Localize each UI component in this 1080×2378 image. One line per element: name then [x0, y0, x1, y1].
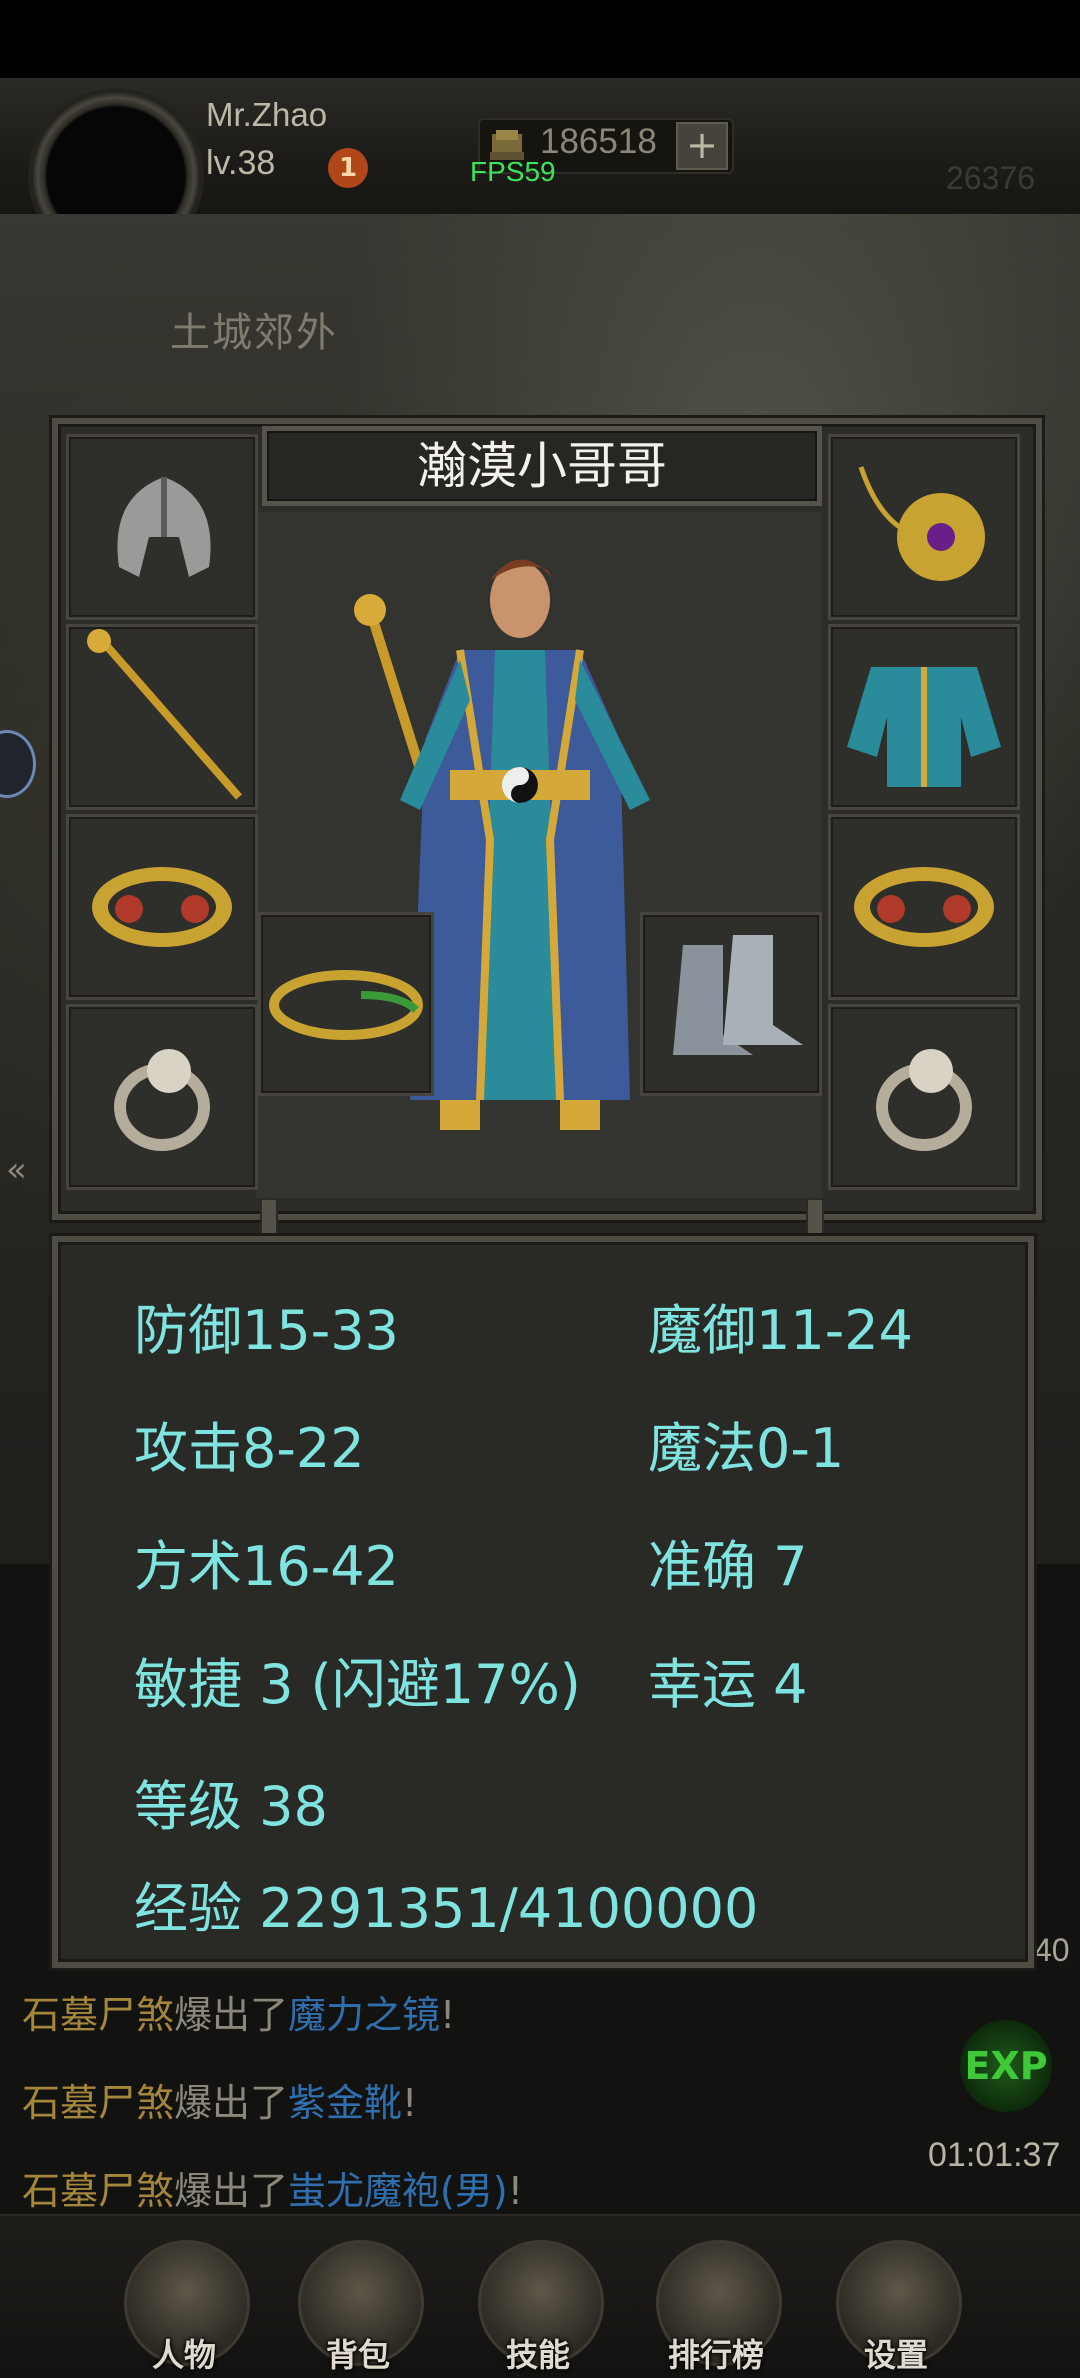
chat-end: !: [507, 2169, 523, 2213]
chat-verb: 爆出了: [174, 2169, 289, 2213]
chat-timer: 01:01:37: [928, 2136, 1061, 2174]
notification-badge[interactable]: 1: [328, 148, 368, 188]
collapse-arrow-icon[interactable]: «: [6, 1150, 27, 1190]
chat-item: 蚩尤魔袍(男): [288, 2169, 508, 2213]
stat-magic-defense: 魔御11-24: [648, 1299, 913, 1362]
stat-magic: 魔法0-1: [648, 1417, 845, 1480]
boots-slot[interactable]: [640, 912, 822, 1096]
helmet-icon: [117, 477, 211, 577]
chat-line: 石墓尸煞爆出了魔力之镜!: [22, 1984, 455, 2039]
chat-line: 石墓尸煞爆出了蚩尤魔袍(男)!: [22, 2160, 523, 2215]
left-bracelet-slot[interactable]: [66, 814, 258, 1000]
stat-attack: 攻击8-22: [134, 1417, 365, 1480]
staff-icon: [87, 629, 243, 800]
stat-defense: 防御15-33: [134, 1299, 399, 1362]
robe-icon: [847, 667, 1001, 787]
chat-mob: 石墓尸煞: [22, 2169, 175, 2213]
nav-bag-label: 背包: [325, 2336, 390, 2374]
gold-amount: 186518: [540, 122, 657, 161]
character-name: 瀚漠小哥哥: [417, 437, 667, 495]
belt-slot[interactable]: [258, 912, 434, 1096]
necklace-icon: [858, 466, 985, 581]
chat-item: 魔力之镜: [288, 1993, 441, 2037]
chat-mob: 石墓尸煞: [22, 1993, 175, 2037]
map-name: 土城郊外: [170, 310, 338, 356]
ring-icon: [114, 1049, 210, 1151]
nav-character-label: 人物: [151, 2336, 216, 2374]
belt-icon: [269, 970, 423, 1040]
helmet-slot[interactable]: [66, 434, 258, 620]
player-level: lv.38: [206, 144, 276, 182]
exp-button[interactable]: EXP: [960, 2020, 1052, 2112]
chat-mob: 石墓尸煞: [22, 2081, 175, 2125]
stat-luck: 幸运 4: [648, 1653, 808, 1716]
fps-counter: FPS59: [470, 156, 556, 187]
side-value: 40: [1034, 1932, 1070, 1968]
chat-end: !: [440, 1993, 456, 2037]
weapon-slot[interactable]: [66, 624, 258, 810]
boots-icon: [673, 935, 803, 1055]
chat-verb: 爆出了: [174, 2081, 289, 2125]
status-bar: [0, 0, 1080, 78]
nav-settings-label: 设置: [863, 2336, 928, 2374]
player-name: Mr.Zhao: [206, 96, 328, 133]
stat-experience: 经验 2291351/4100000: [134, 1877, 759, 1940]
stat-taoism: 方术16-42: [134, 1535, 399, 1598]
ring-icon: [876, 1049, 972, 1151]
nav-skills-label: 技能: [505, 2336, 570, 2374]
hud-right-value: 26376: [946, 160, 1035, 196]
nav-ranking-label: 排行榜: [667, 2336, 764, 2374]
stat-accuracy: 准确 7: [648, 1535, 808, 1598]
left-ring-slot[interactable]: [66, 1004, 258, 1190]
chat-line: 石墓尸煞爆出了紫金靴!: [22, 2072, 417, 2127]
chat-item: 紫金靴: [288, 2081, 403, 2125]
right-ring-slot[interactable]: [828, 1004, 1020, 1190]
necklace-slot[interactable]: [828, 434, 1020, 620]
chat-verb: 爆出了: [174, 1993, 289, 2037]
bracelet-icon: [92, 867, 232, 947]
right-bracelet-slot[interactable]: [828, 814, 1020, 1000]
add-gold-button[interactable]: +: [676, 122, 728, 170]
chat-end: !: [402, 2081, 418, 2125]
stat-level: 等级 38: [134, 1775, 328, 1838]
armor-slot[interactable]: [828, 624, 1020, 810]
bracelet-icon: [854, 867, 994, 947]
stat-agility: 敏捷 3 (闪避17%): [134, 1653, 581, 1716]
